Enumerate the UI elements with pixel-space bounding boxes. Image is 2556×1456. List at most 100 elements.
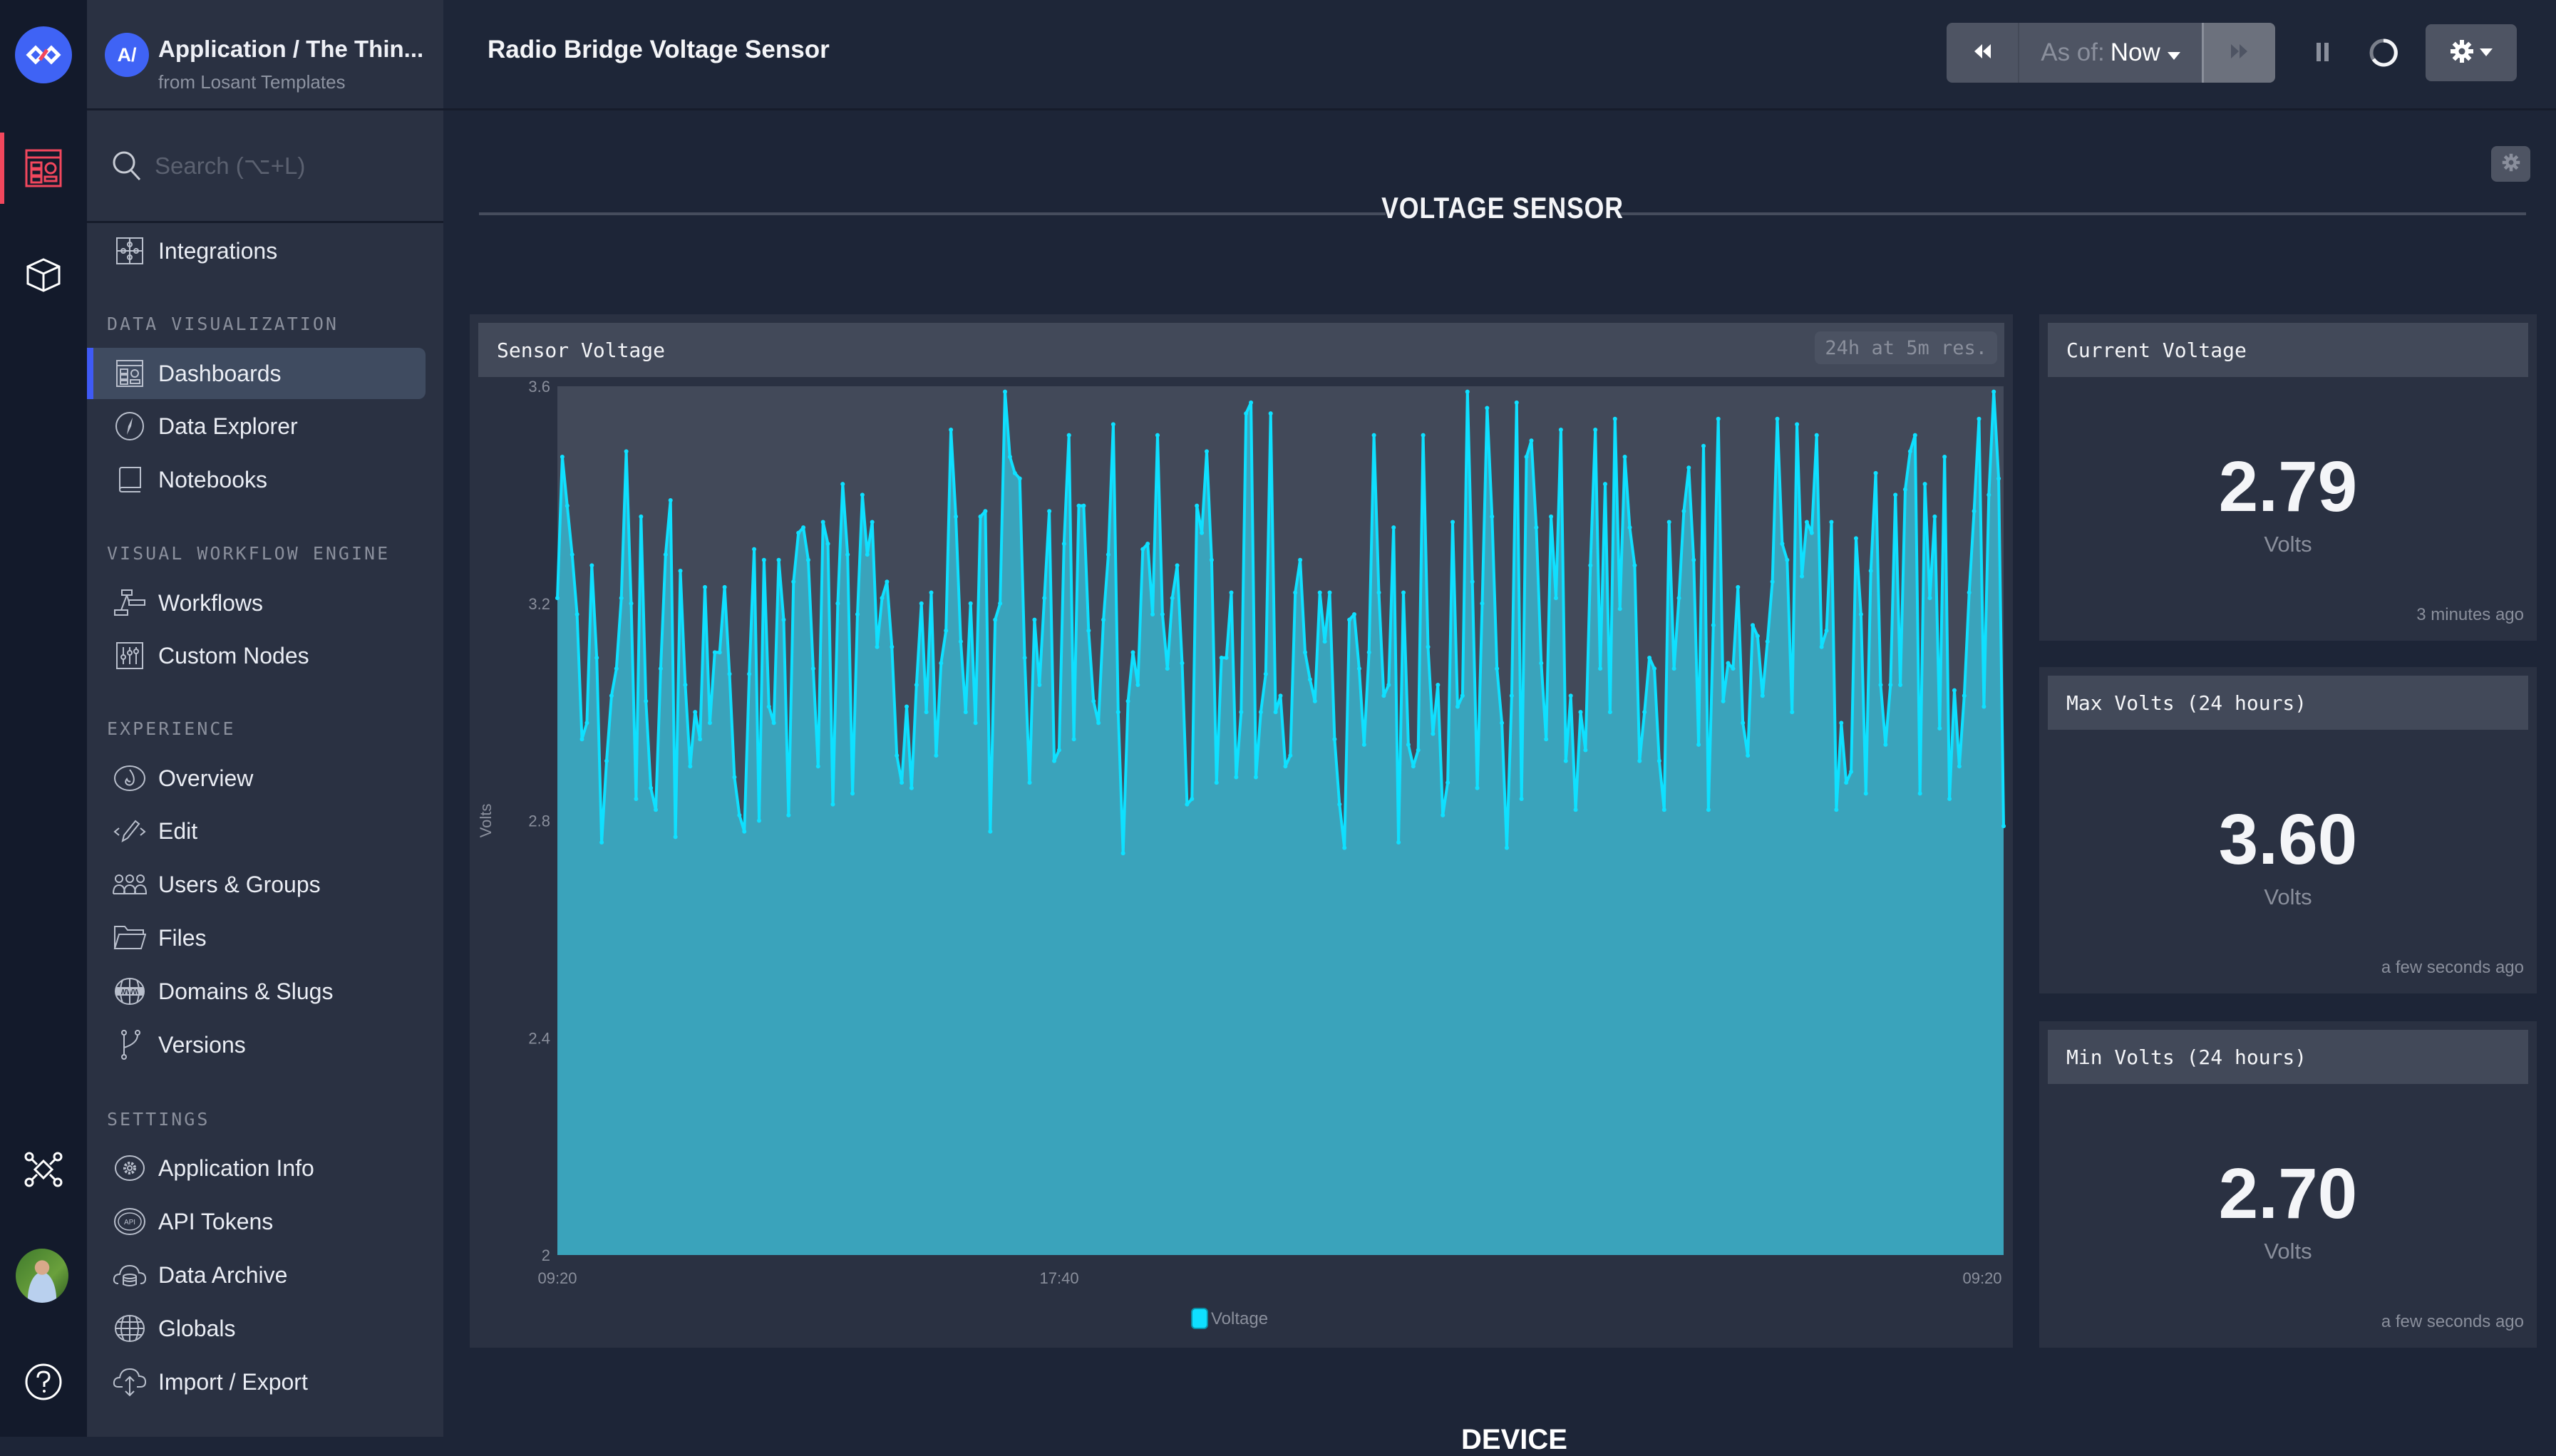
data-point[interactable]: [1007, 455, 1012, 460]
data-point[interactable]: [1917, 791, 1922, 796]
data-point[interactable]: [1258, 710, 1263, 715]
data-point[interactable]: [1598, 666, 1603, 671]
data-point[interactable]: [1135, 683, 1140, 688]
data-point[interactable]: [1671, 666, 1676, 671]
data-point[interactable]: [565, 503, 570, 508]
data-point[interactable]: [1839, 721, 1844, 726]
data-point[interactable]: [1612, 416, 1617, 421]
data-point[interactable]: [1721, 698, 1726, 703]
data-point[interactable]: [1500, 721, 1505, 726]
data-point[interactable]: [1937, 726, 1942, 730]
data-point[interactable]: [1115, 710, 1120, 715]
data-point[interactable]: [1853, 536, 1858, 541]
data-point[interactable]: [1288, 753, 1293, 758]
data-point[interactable]: [909, 785, 914, 790]
data-point[interactable]: [654, 807, 659, 812]
data-point[interactable]: [1145, 541, 1150, 546]
data-point[interactable]: [1160, 611, 1165, 616]
data-point[interactable]: [1032, 617, 1037, 622]
data-point[interactable]: [1932, 514, 1937, 519]
data-point[interactable]: [1731, 666, 1736, 671]
data-point[interactable]: [1460, 693, 1465, 698]
data-point[interactable]: [1996, 476, 2001, 481]
data-point[interactable]: [1386, 683, 1391, 688]
data-point[interactable]: [1047, 509, 1052, 514]
data-point[interactable]: [885, 579, 890, 584]
data-point[interactable]: [1268, 411, 1273, 416]
data-point[interactable]: [1446, 780, 1450, 785]
data-point[interactable]: [1539, 661, 1544, 666]
data-point[interactable]: [1391, 525, 1396, 530]
data-point[interactable]: [805, 557, 810, 562]
data-point[interactable]: [796, 530, 801, 535]
data-point[interactable]: [742, 829, 747, 834]
data-point[interactable]: [1800, 574, 1805, 579]
sidebar-item-integrations[interactable]: Integrations: [87, 225, 426, 277]
data-point[interactable]: [624, 449, 629, 454]
data-point[interactable]: [1263, 671, 1268, 676]
application-header[interactable]: A/ Application / The Thin... from Losant…: [87, 0, 443, 110]
data-point[interactable]: [1504, 845, 1509, 850]
data-point[interactable]: [895, 753, 900, 758]
data-point[interactable]: [1091, 698, 1096, 703]
data-point[interactable]: [1332, 737, 1337, 742]
data-point[interactable]: [1322, 639, 1327, 644]
data-point[interactable]: [1785, 557, 1790, 562]
data-point[interactable]: [958, 639, 963, 644]
data-point[interactable]: [1312, 698, 1317, 703]
sidebar-item-import-export[interactable]: Import / Export: [87, 1356, 426, 1408]
data-point[interactable]: [944, 628, 949, 633]
data-point[interactable]: [1052, 758, 1057, 763]
data-point[interactable]: [1627, 525, 1632, 530]
data-point[interactable]: [1431, 731, 1436, 736]
data-point[interactable]: [1642, 710, 1647, 715]
data-point[interactable]: [1406, 742, 1411, 747]
data-point[interactable]: [1214, 780, 1219, 785]
data-point[interactable]: [1239, 710, 1244, 715]
data-point[interactable]: [1465, 389, 1470, 394]
data-point[interactable]: [875, 644, 880, 649]
data-point[interactable]: [727, 671, 732, 676]
sidebar-item-edit[interactable]: Edit: [87, 805, 426, 857]
sidebar-item-overview[interactable]: Overview: [87, 753, 426, 804]
voltage-chart[interactable]: 3.6 3.2 2.8 2.4 2 09:20 17:40 09:20 Volts Volt…: [470, 314, 2013, 1348]
data-point[interactable]: [771, 721, 776, 726]
data-point[interactable]: [649, 785, 654, 790]
data-point[interactable]: [890, 644, 895, 649]
data-point[interactable]: [1519, 797, 1524, 802]
data-point[interactable]: [1544, 737, 1549, 742]
data-point[interactable]: [1902, 487, 1907, 492]
applications-icon[interactable]: [21, 146, 66, 190]
data-point[interactable]: [781, 617, 786, 622]
data-point[interactable]: [673, 835, 678, 840]
data-point[interactable]: [1637, 758, 1642, 763]
data-point[interactable]: [1814, 433, 1819, 438]
data-point[interactable]: [1120, 851, 1125, 856]
data-point[interactable]: [644, 698, 649, 703]
data-point[interactable]: [1475, 785, 1480, 790]
data-point[interactable]: [1249, 400, 1254, 405]
data-point[interactable]: [1081, 503, 1086, 508]
data-point[interactable]: [1027, 780, 1032, 785]
data-point[interactable]: [1495, 666, 1500, 671]
data-point[interactable]: [1652, 666, 1657, 671]
data-point[interactable]: [1726, 661, 1731, 666]
data-point[interactable]: [1037, 683, 1042, 688]
data-point[interactable]: [1563, 758, 1568, 763]
pause-button[interactable]: [2307, 37, 2339, 68]
search-box[interactable]: [87, 113, 443, 223]
data-point[interactable]: [1893, 492, 1898, 497]
data-point[interactable]: [1583, 748, 1588, 753]
dashboard-settings-dropdown[interactable]: [2426, 24, 2517, 81]
data-point[interactable]: [1829, 520, 1834, 525]
data-point[interactable]: [1863, 791, 1868, 796]
data-point[interactable]: [1514, 400, 1519, 405]
as-of-dropdown[interactable]: As of: Now: [2018, 23, 2202, 83]
sidebar-item-versions[interactable]: Versions: [87, 1019, 426, 1070]
data-point[interactable]: [1224, 655, 1229, 660]
data-point[interactable]: [865, 552, 870, 557]
data-point[interactable]: [1760, 693, 1765, 698]
data-point[interactable]: [594, 655, 599, 660]
data-point[interactable]: [766, 704, 771, 709]
data-point[interactable]: [756, 818, 761, 823]
